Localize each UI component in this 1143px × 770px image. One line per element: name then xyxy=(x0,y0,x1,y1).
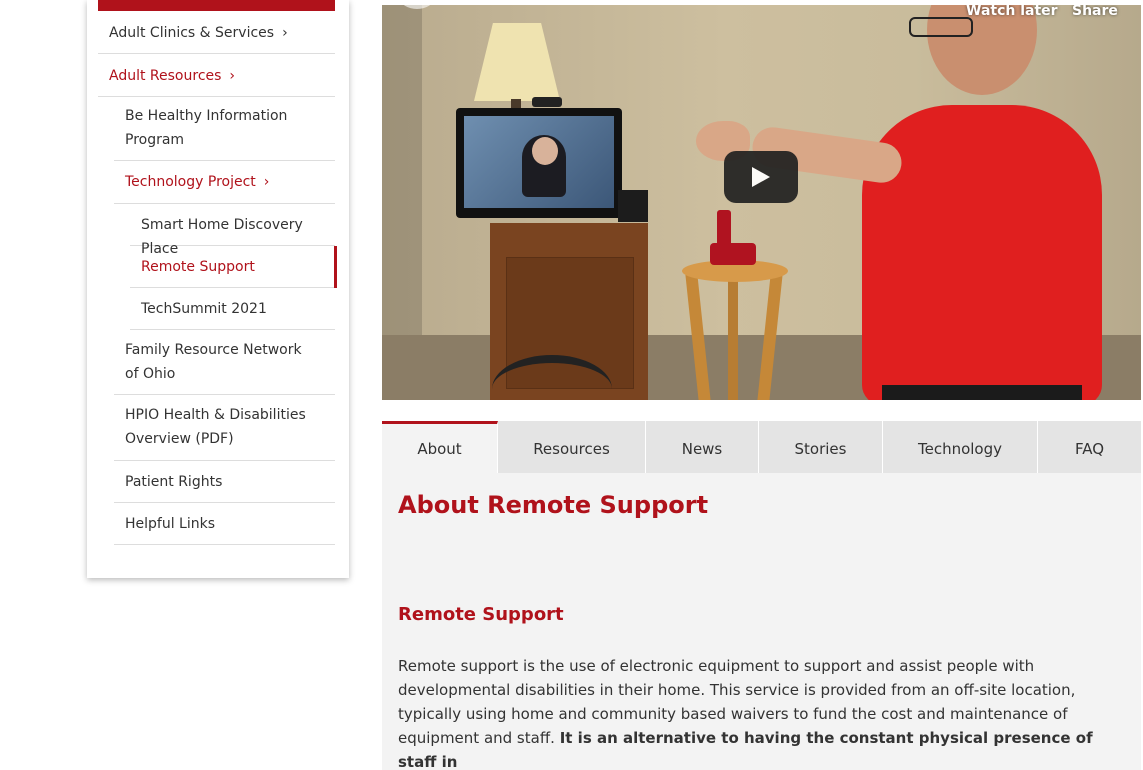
video-scene-lamp-shade xyxy=(474,23,560,101)
sidebar-nav: Adult Clinics & Services › Adult Resource… xyxy=(87,0,349,578)
sidebar-item-helpful-links[interactable]: Helpful Links xyxy=(114,503,335,545)
sidebar-item-label: Remote Support xyxy=(141,259,255,275)
page: Adult Clinics & Services › Adult Resource… xyxy=(0,0,1143,770)
section-heading: Remote Support xyxy=(398,604,564,625)
sidebar-item-patient-rights[interactable]: Patient Rights xyxy=(114,461,335,503)
tab-faq[interactable]: FAQ xyxy=(1038,421,1141,473)
body-paragraph: Remote support is the use of electronic … xyxy=(398,654,1098,770)
chevron-right-icon: › xyxy=(229,68,236,84)
video-player[interactable]: Watch later Share xyxy=(382,5,1141,400)
sidebar-top-accent xyxy=(98,0,335,11)
watch-later-button[interactable]: Watch later xyxy=(966,5,1058,19)
tab-technology[interactable]: Technology xyxy=(883,421,1038,473)
sidebar-item-label: Adult Resources xyxy=(109,68,222,84)
left-gutter xyxy=(0,0,10,770)
sidebar-item-label: TechSummit 2021 xyxy=(141,301,267,317)
play-icon xyxy=(752,167,770,187)
sidebar-item-hpio-overview[interactable]: HPIO Health & Disabilities Overview (PDF… xyxy=(114,395,335,461)
sidebar-item-label: Helpful Links xyxy=(125,516,216,532)
video-scene-stool-leg xyxy=(728,275,738,400)
sidebar-item-be-healthy[interactable]: Be Healthy Information Program xyxy=(114,97,335,161)
video-scene-person-belt xyxy=(882,385,1082,400)
sidebar-item-remote-support[interactable]: Remote Support xyxy=(130,246,337,288)
tab-about[interactable]: About xyxy=(382,421,498,473)
sidebar-item-family-resource-network[interactable]: Family Resource Network of Ohio xyxy=(114,330,335,395)
chevron-right-icon: › xyxy=(263,174,270,190)
content-panel: About Resources News Stories Technology … xyxy=(382,421,1141,770)
video-scene-monitor-face xyxy=(532,137,558,165)
video-scene-person-shirt xyxy=(862,105,1102,400)
sidebar-item-techsummit[interactable]: TechSummit 2021 xyxy=(130,288,335,330)
tab-resources[interactable]: Resources xyxy=(498,421,646,473)
sidebar-item-adult-resources[interactable]: Adult Resources › xyxy=(98,54,335,97)
chevron-right-icon: › xyxy=(282,25,288,41)
share-button[interactable]: Share xyxy=(1072,5,1118,19)
sidebar-item-label: Technology Project xyxy=(125,174,256,190)
sidebar-item-label: Family Resource Network of Ohio xyxy=(125,342,302,382)
active-indicator xyxy=(334,246,337,288)
sidebar-item-label: HPIO Health & Disabilities Overview (PDF… xyxy=(125,407,306,447)
sidebar-item-smart-home[interactable]: Smart Home Discovery Place xyxy=(130,204,335,257)
sidebar-item-technology-project[interactable]: Technology Project › xyxy=(114,161,335,204)
play-button[interactable] xyxy=(724,151,798,203)
video-scene-person-glasses xyxy=(909,17,973,37)
sidebar-item-label: Adult Clinics & Services xyxy=(109,25,275,41)
sidebar-item-adult-clinics[interactable]: Adult Clinics & Services › xyxy=(98,11,335,54)
video-scene-webcam xyxy=(532,97,562,107)
sidebar-item-label: Patient Rights xyxy=(125,474,223,490)
tab-bar: About Resources News Stories Technology … xyxy=(382,421,1141,473)
tab-news[interactable]: News xyxy=(646,421,759,473)
video-scene-router xyxy=(618,190,648,222)
sidebar-item-label: Be Healthy Information Program xyxy=(125,108,288,148)
tab-stories[interactable]: Stories xyxy=(759,421,883,473)
video-scene-phone xyxy=(717,210,731,250)
page-title: About Remote Support xyxy=(398,491,709,519)
